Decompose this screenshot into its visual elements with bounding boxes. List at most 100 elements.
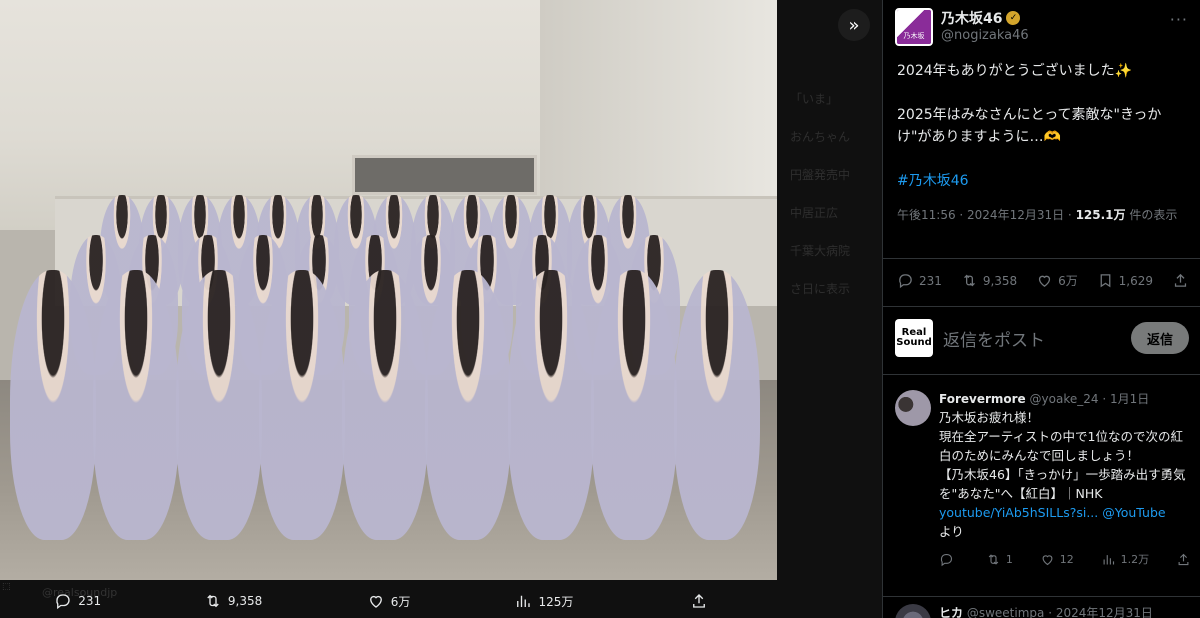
post-detail-panel: 乃木坂 乃木坂46 ✓ @nogizaka46 ··· 2024年もありがとうご… <box>882 0 1200 618</box>
views-label: 件の表示 <box>1125 208 1178 222</box>
reply-views-button[interactable]: 1.2万 <box>1101 551 1150 567</box>
reply-icon <box>56 594 70 610</box>
photo-person <box>10 270 96 540</box>
media-share-button[interactable] <box>622 592 777 610</box>
views-value: 125.1万 <box>1075 208 1126 222</box>
photo-person <box>425 270 511 540</box>
avatar[interactable]: 乃木坂 <box>895 8 933 46</box>
media-retweet-button[interactable]: 9,358 <box>155 592 310 610</box>
ghost-text: さ日に表示 <box>790 282 851 296</box>
media-views-button[interactable]: 125万 <box>466 592 621 610</box>
like-icon <box>1039 275 1051 287</box>
hashtag-link[interactable]: #乃木坂46 <box>897 170 1187 192</box>
share-icon <box>1178 553 1189 565</box>
ghost-text: 「いま」 <box>790 92 839 106</box>
ghost-text: 円盤発売中 <box>790 168 851 182</box>
reply-date[interactable]: · 2024年12月31日 <box>1048 606 1153 618</box>
avatar[interactable] <box>895 604 931 618</box>
chevrons-right-icon[interactable]: » <box>838 9 870 41</box>
post-meta: 午後11:56 · 2024年12月31日 · 125.1万 件の表示 <box>897 205 1189 225</box>
background-trends-ghost: 「いま」 おんちゃん 円盤発売中 中居正広 千葉大病院 さ日に表示 <box>790 0 882 618</box>
share-button[interactable] <box>1172 272 1189 289</box>
reply-share-button[interactable] <box>1176 551 1191 567</box>
reply-count: 231 <box>919 273 942 288</box>
photo-person <box>176 270 262 540</box>
reply-post[interactable]: Forevermore @yoake_24 · 1月1日 乃木坂お疲れ様！ 現在… <box>895 390 1191 567</box>
media-viewer: 「いま」 おんちゃん 円盤発売中 中居正広 千葉大病院 さ日に表示 » ⬚ @r… <box>0 0 882 618</box>
group-photo[interactable] <box>0 0 777 580</box>
reply-display-name[interactable]: Forevermore <box>939 392 1026 406</box>
photo-person <box>259 270 345 540</box>
photo-person <box>93 270 179 540</box>
reply-mention[interactable]: @YouTube <box>1102 505 1165 520</box>
post-stats: 231 9,358 6万 1,629 <box>897 272 1189 289</box>
bookmark-button[interactable]: 1,629 <box>1097 272 1153 289</box>
reply-submit-button[interactable]: 返信 <box>1131 322 1189 354</box>
display-name-text: 乃木坂46 <box>941 11 1003 27</box>
post-time[interactable]: 午後11:56 · 2024年12月31日 · <box>897 208 1076 222</box>
post-author[interactable]: 乃木坂 乃木坂46 ✓ @nogizaka46 <box>895 8 1029 46</box>
share-icon <box>1174 273 1187 287</box>
reply-reply-button[interactable] <box>939 551 959 567</box>
retweet-icon <box>988 553 999 565</box>
ghost-text: 中居正広 <box>790 206 839 220</box>
reply-handle[interactable]: @yoake_24 <box>1030 392 1099 406</box>
photo-doorway <box>352 155 537 195</box>
reply-like-button[interactable]: 12 <box>1040 551 1074 567</box>
avatar[interactable] <box>895 390 931 426</box>
reply-stats: 1 12 1.2万 <box>939 551 1191 567</box>
media-like-button[interactable]: 6万 <box>311 592 466 610</box>
more-options-icon[interactable]: ··· <box>1170 10 1188 29</box>
divider <box>883 374 1200 375</box>
reply-post[interactable]: ヒカ @sweetimpa · 2024年12月31日 <box>895 604 1191 618</box>
media-reply-count: 231 <box>78 594 102 608</box>
views-icon <box>1103 554 1114 564</box>
reply-text-line: 【乃木坂46】「きっかけ」一歩踏み出す勇気を"あなた"へ【紅白】｜NHK <box>939 467 1186 501</box>
reply-header: Forevermore @yoake_24 · 1月1日 <box>939 390 1191 407</box>
reply-retweet-button[interactable]: 1 <box>986 551 1013 567</box>
photo-person <box>508 270 594 540</box>
reply-header: ヒカ @sweetimpa · 2024年12月31日 <box>939 604 1153 618</box>
ghost-text: 千葉大病院 <box>790 244 851 258</box>
reply-display-name[interactable]: ヒカ <box>939 606 963 618</box>
views-icon <box>517 595 531 607</box>
avatar-text: Sound <box>896 337 932 348</box>
reply-link[interactable]: youtube/YiAb5hSILLs?si... <box>939 505 1098 520</box>
avatar[interactable]: Real Sound <box>895 319 933 357</box>
reply-text-line: より <box>939 524 964 539</box>
photo-wall-right <box>540 0 777 200</box>
retweet-icon <box>207 594 219 608</box>
like-button[interactable]: 6万 <box>1036 272 1078 289</box>
media-reply-button[interactable]: 231 <box>0 592 155 610</box>
media-action-bar: 231 9,358 6万 125万 <box>0 584 777 618</box>
retweet-button[interactable]: 9,358 <box>961 272 1017 289</box>
like-icon <box>369 595 382 608</box>
retweet-icon <box>963 274 975 287</box>
reply-button[interactable]: 231 <box>897 272 942 289</box>
media-retweet-count: 9,358 <box>227 594 263 608</box>
bookmark-count: 1,629 <box>1118 273 1154 288</box>
reply-handle[interactable]: @sweetimpa <box>967 606 1045 618</box>
reply-date[interactable]: · 1月1日 <box>1102 392 1149 406</box>
reply-retweet-count: 1 <box>1005 552 1013 566</box>
retweet-count: 9,358 <box>982 273 1018 288</box>
reply-input[interactable]: 返信をポスト <box>943 326 1121 351</box>
verified-badge-icon: ✓ <box>1006 11 1021 25</box>
divider <box>883 596 1200 597</box>
reply-views-count: 1.2万 <box>1120 553 1150 566</box>
photo-person <box>342 270 428 540</box>
reply-text: 乃木坂お疲れ様！ 現在全アーティストの中で1位なので次の紅白のためにみんなで回し… <box>939 408 1191 541</box>
post-text-line: 2024年もありがとうございました✨ <box>897 63 1133 79</box>
like-count: 6万 <box>1058 274 1078 288</box>
like-icon <box>1042 554 1053 565</box>
ghost-text: おんちゃん <box>790 130 851 144</box>
photo-person <box>674 270 760 540</box>
author-handle[interactable]: @nogizaka46 <box>941 28 1029 43</box>
photo-person <box>591 270 677 540</box>
display-name[interactable]: 乃木坂46 ✓ <box>941 8 1029 28</box>
reply-text-line: 乃木坂お疲れ様！ <box>939 410 1040 425</box>
bookmark-icon <box>1100 274 1111 288</box>
reply-icon <box>899 274 912 289</box>
divider <box>883 258 1200 259</box>
avatar-label: 乃木坂 <box>903 32 925 40</box>
